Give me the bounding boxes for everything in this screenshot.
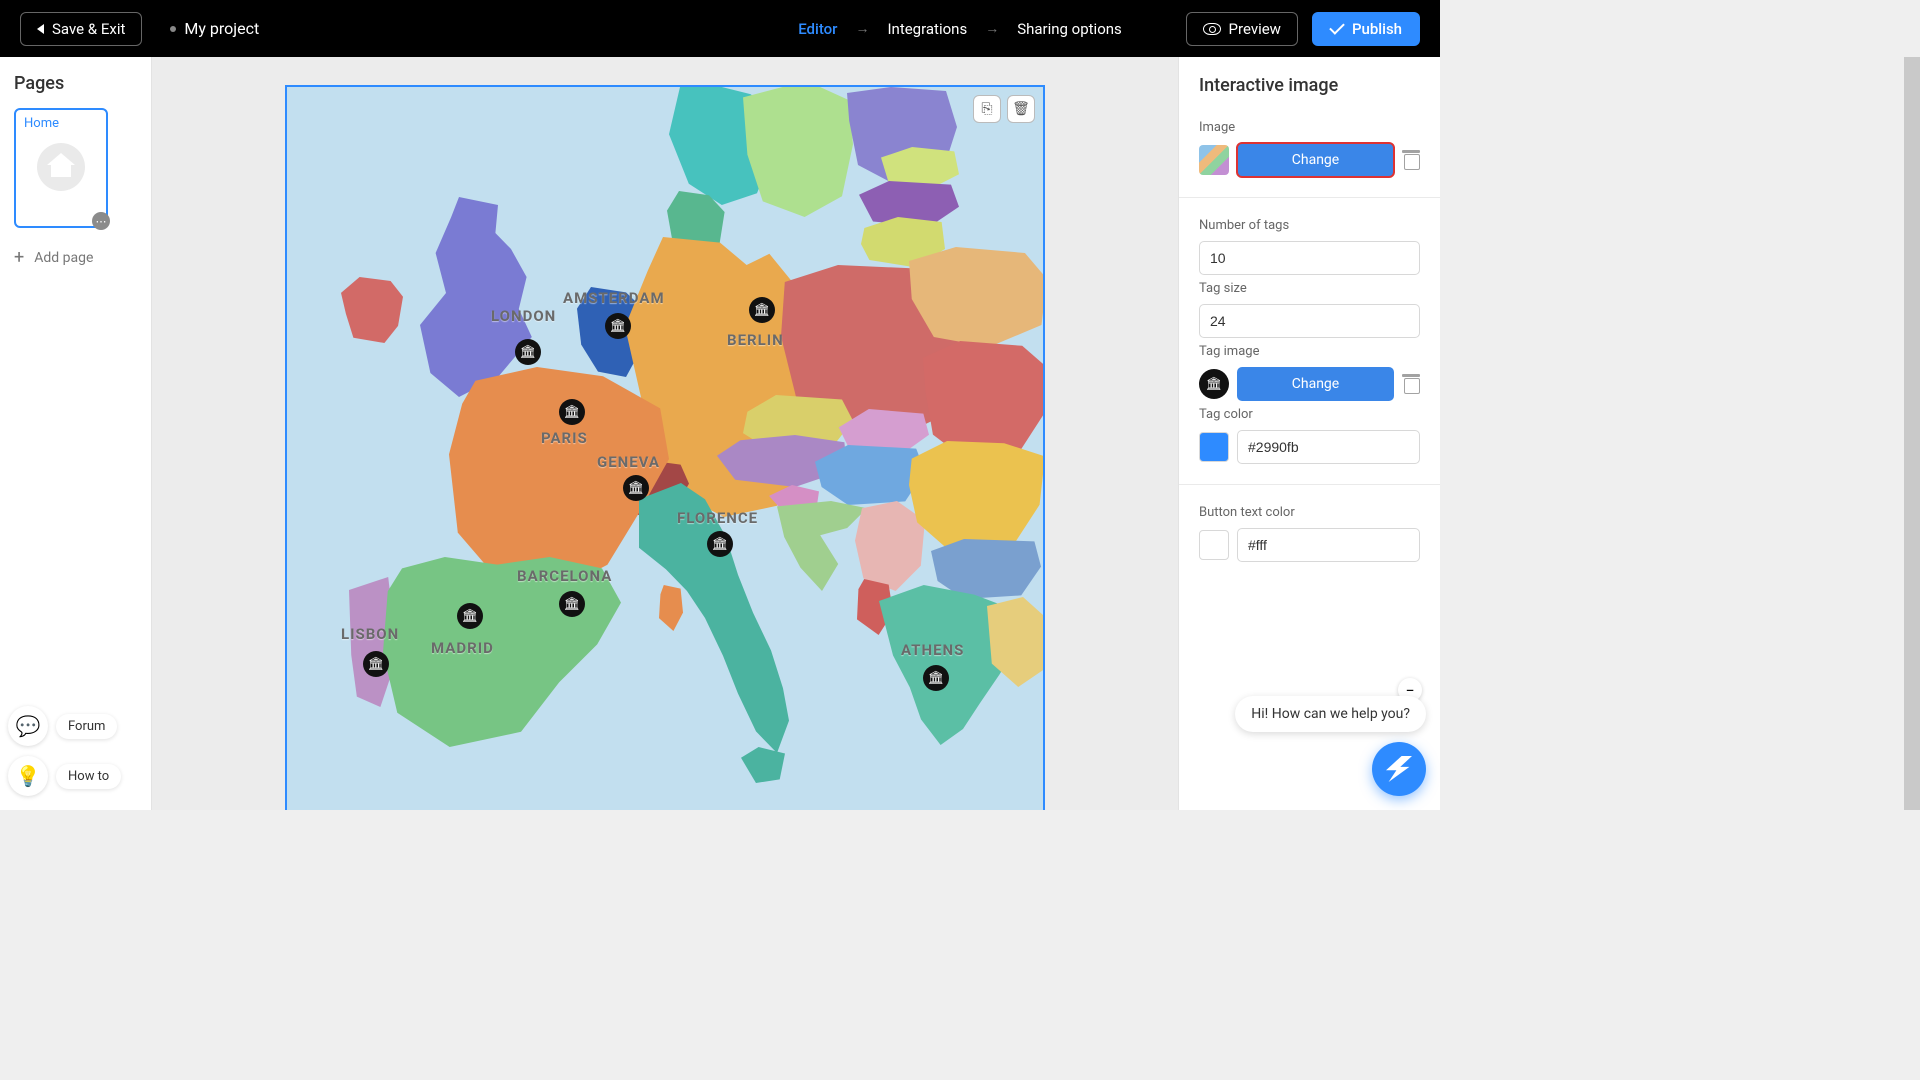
map-tag[interactable] (363, 651, 389, 677)
forum-label: Forum (56, 714, 117, 739)
nav-sharing[interactable]: Sharing options (1017, 20, 1122, 38)
add-page-label: Add page (34, 250, 93, 266)
map-tag[interactable] (515, 339, 541, 365)
forum-button[interactable]: 💬 (8, 706, 48, 746)
check-icon (1329, 19, 1345, 35)
image-thumbnail[interactable] (1199, 145, 1229, 175)
map-tag[interactable] (749, 297, 775, 323)
topbar: Save & Exit My project Editor → Integrat… (0, 0, 1440, 57)
map-tag[interactable] (923, 665, 949, 691)
num-tags-input[interactable] (1199, 241, 1420, 275)
delete-button[interactable]: 🗑 (1007, 95, 1035, 123)
city-label-madrid: MADRID (431, 639, 494, 657)
tag-size-input[interactable] (1199, 304, 1420, 338)
map-region (815, 445, 925, 505)
eye-icon (1203, 23, 1221, 35)
arrow-right-icon: → (985, 20, 999, 37)
map-region (341, 277, 403, 343)
map-tag[interactable] (457, 603, 483, 629)
tag-color-input[interactable] (1237, 430, 1420, 464)
chevron-left-icon (37, 24, 44, 34)
editor-nav: Editor → Integrations → Sharing options (798, 20, 1122, 38)
change-tag-image-button[interactable]: Change (1237, 367, 1394, 401)
howto-button[interactable]: 💡 (8, 756, 48, 796)
btn-text-color-label: Button text color (1199, 505, 1420, 520)
map-region (741, 747, 785, 783)
panel-title: Interactive image (1179, 75, 1440, 110)
editor-canvas[interactable]: ⎘ 🗑 (152, 57, 1178, 810)
image-label: Image (1199, 120, 1420, 135)
map-tag[interactable] (623, 475, 649, 501)
nav-integrations[interactable]: Integrations (887, 20, 967, 38)
city-label-amsterdam: AMSTERDAM (563, 289, 665, 307)
copy-icon: ⎘ (981, 101, 992, 117)
city-label-paris: PARIS (541, 429, 588, 447)
pages-panel: Pages Home ⋯ + Add page 💬 Forum 💡 How to (0, 57, 152, 810)
city-label-london: LONDON (491, 307, 556, 325)
publish-button[interactable]: Publish (1312, 12, 1420, 46)
trash-icon: 🗑 (1012, 101, 1030, 117)
delete-image-button[interactable] (1402, 150, 1420, 170)
tag-image-label: Tag image (1199, 344, 1420, 359)
messenger-icon (1386, 756, 1412, 782)
properties-panel: Interactive image Image Change Number of… (1178, 57, 1440, 810)
map-tag[interactable] (605, 313, 631, 339)
unsaved-dot-icon (170, 26, 176, 32)
map-region (855, 501, 925, 591)
home-icon (37, 143, 85, 191)
project-name: My project (184, 19, 259, 38)
tag-image-thumbnail[interactable] (1199, 369, 1229, 399)
change-image-button[interactable]: Change (1237, 143, 1394, 177)
map-tag[interactable] (559, 591, 585, 617)
arrow-right-icon: → (855, 20, 869, 37)
nav-editor[interactable]: Editor (798, 20, 837, 38)
map-region (659, 585, 683, 631)
chat-tooltip[interactable]: Hi! How can we help you? (1235, 696, 1426, 732)
lightbulb-icon: 💡 (16, 764, 41, 788)
preview-label: Preview (1229, 20, 1281, 38)
tag-size-label: Tag size (1199, 281, 1420, 296)
page-thumb-more-icon[interactable]: ⋯ (92, 212, 110, 230)
map-region (383, 557, 621, 747)
num-tags-label: Number of tags (1199, 218, 1420, 233)
map-region (743, 87, 853, 217)
chat-icon: 💬 (16, 714, 41, 738)
add-page-button[interactable]: + Add page (14, 250, 137, 266)
map-region (777, 501, 867, 591)
city-label-berlin: BERLIN (727, 331, 784, 349)
map-region (407, 197, 537, 397)
duplicate-button[interactable]: ⎘ (973, 95, 1001, 123)
project-status: My project (170, 19, 259, 38)
city-label-geneva: GENEVA (597, 453, 660, 471)
pages-title: Pages (14, 73, 137, 94)
vertical-scrollbar[interactable] (1904, 57, 1920, 810)
map-region (909, 441, 1045, 551)
btn-text-color-input[interactable] (1237, 528, 1420, 562)
page-thumb-label: Home (24, 116, 98, 131)
howto-label: How to (56, 764, 121, 789)
page-thumb-home[interactable]: Home ⋯ (14, 108, 108, 228)
tag-color-label: Tag color (1199, 407, 1420, 422)
preview-button[interactable]: Preview (1186, 12, 1298, 46)
city-label-florence: FLORENCE (677, 509, 758, 527)
publish-label: Publish (1352, 20, 1402, 38)
delete-tag-image-button[interactable] (1402, 374, 1420, 394)
city-label-lisbon: LISBON (341, 625, 399, 643)
btn-text-color-swatch[interactable] (1199, 530, 1229, 560)
city-label-athens: ATHENS (901, 641, 964, 659)
interactive-image-frame[interactable]: ⎘ 🗑 (285, 85, 1045, 810)
save-exit-button[interactable]: Save & Exit (20, 12, 142, 46)
save-exit-label: Save & Exit (52, 20, 125, 38)
map-tag[interactable] (559, 399, 585, 425)
chat-fab-button[interactable] (1372, 742, 1426, 796)
tag-color-swatch[interactable] (1199, 432, 1229, 462)
map-tag[interactable] (707, 531, 733, 557)
city-label-barcelona: BARCELONA (517, 567, 612, 585)
